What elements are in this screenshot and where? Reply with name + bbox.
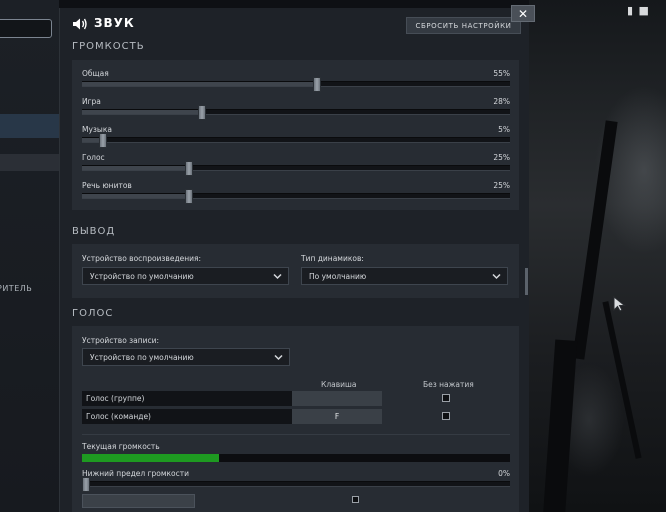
voice-row-label: Голос (группе) [82,391,292,406]
output-section-title: ВЫВОД [72,226,116,237]
divider [82,434,510,435]
voice-extra-checkbox[interactable] [352,496,359,503]
dropdown-value: Устройство по умолчанию [90,353,194,362]
left-search-field[interactable] [0,19,52,38]
close-button[interactable]: ✕ [511,5,535,22]
current-volume-meter [82,454,510,462]
playback-device-dropdown[interactable]: Устройство по умолчанию [82,267,289,285]
voice-volume-slider[interactable] [82,161,510,176]
playback-device-label: Устройство воспроизведения: [82,254,202,263]
mouse-cursor-icon [613,296,626,312]
slider-row-master: Общая 55% [82,69,510,97]
chevron-down-icon [492,273,501,280]
slider-thumb[interactable] [185,161,193,176]
slider-label: Общая [82,69,109,78]
slider-fill [82,194,189,198]
volume-section-title: ГРОМКОСТЬ [72,41,145,52]
voice-team-open-mic-checkbox[interactable] [442,412,450,420]
slider-row-lower-limit: Нижний предел громкости 0% [82,469,510,497]
left-panel: РИТЕЛЬ [0,0,59,512]
background-tree [542,339,578,512]
voice-party-keybind[interactable] [292,391,382,406]
slider-value: 25% [493,153,510,162]
slider-thumb[interactable] [82,477,90,492]
scrollbar-thumb[interactable] [525,268,528,295]
background-tree [602,301,642,459]
dialog-title: ЗВУК [94,16,135,30]
current-volume-label: Текущая громкость [82,442,160,451]
slider-thumb[interactable] [185,189,193,204]
slider-thumb[interactable] [313,77,322,92]
speaker-icon [73,18,87,30]
slider-value: 25% [493,181,510,190]
slider-row-unit-speech: Речь юнитов 25% [82,181,510,209]
voice-party-open-mic-checkbox[interactable] [442,394,450,402]
left-nav-item-selected[interactable] [0,114,59,138]
slider-thumb[interactable] [197,105,206,120]
slider-fill [82,166,189,170]
slider-thumb[interactable] [99,133,108,148]
lower-volume-limit-slider[interactable] [82,477,510,492]
voice-section-title: ГОЛОС [72,308,114,319]
slider-value: 0% [498,469,510,478]
voice-row-label: Голос (команде) [82,409,292,424]
slider-label: Нижний предел громкости [82,469,189,478]
voice-team-row: Голос (команде) F [82,409,510,424]
speaker-type-dropdown[interactable]: По умолчанию [301,267,508,285]
voice-party-row: Голос (группе) [82,391,510,406]
record-device-dropdown[interactable]: Устройство по умолчанию [82,348,290,366]
slider-row-game: Игра 28% [82,97,510,125]
left-nav-item[interactable] [0,154,59,171]
dropdown-value: Устройство по умолчанию [90,272,194,281]
master-volume-slider[interactable] [82,77,510,92]
slider-row-music: Музыка 5% [82,125,510,153]
speaker-type-label: Тип динамиков: [301,254,364,263]
game-volume-slider[interactable] [82,105,510,120]
dialog-header: ЗВУК СБРОСИТЬ НАСТРОЙКИ [60,8,529,40]
voice-team-keybind[interactable]: F [292,409,382,424]
slider-value: 5% [498,125,510,134]
current-volume-level [82,454,219,462]
left-nav-label[interactable]: РИТЕЛЬ [0,284,32,293]
slider-label: Музыка [82,125,112,134]
column-header-key: Клавиша [321,380,357,389]
voice-extra-button[interactable] [82,494,195,508]
slider-label: Голос [82,153,105,162]
slider-value: 28% [493,97,510,106]
dropdown-value: По умолчанию [309,272,367,281]
slider-row-voice: Голос 25% [82,153,510,181]
chevron-down-icon [273,273,282,280]
background-scene: ▮ ■ [529,0,666,512]
slider-fill [82,110,202,114]
sound-settings-dialog: ЗВУК СБРОСИТЬ НАСТРОЙКИ ГРОМКОСТЬ Общая … [59,8,529,512]
slider-value: 55% [493,69,510,78]
slider-fill [82,82,318,86]
output-panel: Устройство воспроизведения: Устройство п… [72,244,519,298]
reset-settings-button[interactable]: СБРОСИТЬ НАСТРОЙКИ [406,17,521,34]
background-hud-glyph: ▮ ■ [627,4,650,17]
column-header-no-press: Без нажатия [423,380,474,389]
volume-panel: Общая 55% Игра 28% Музыка 5% Голос 25% Р… [72,60,519,210]
music-volume-slider[interactable] [82,133,510,148]
voice-panel: Устройство записи: Устройство по умолчан… [72,326,519,512]
chevron-down-icon [274,354,283,361]
slider-label: Речь юнитов [82,181,132,190]
slider-label: Игра [82,97,101,106]
unit-speech-volume-slider[interactable] [82,189,510,204]
record-device-label: Устройство записи: [82,336,160,345]
